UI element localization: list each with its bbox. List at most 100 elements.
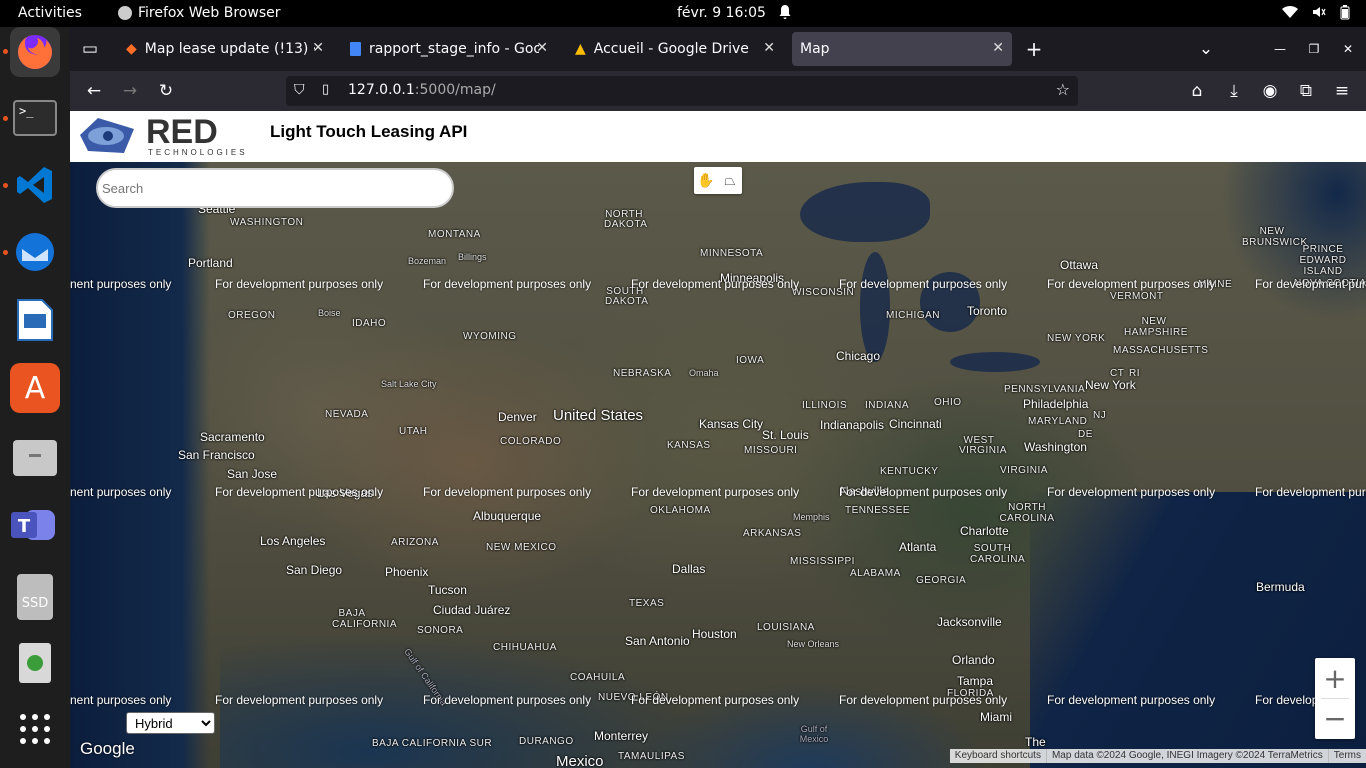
app-center-icon[interactable]: A <box>10 363 60 413</box>
ssd-label: SSD <box>17 574 53 620</box>
notification-bell-icon <box>778 4 792 24</box>
bookmark-star-icon[interactable]: ☆ <box>1056 80 1070 99</box>
map-label: NEW HAMPSHIRE <box>1124 316 1188 338</box>
tab-title: rapport_stage_info - Goo <box>369 41 539 57</box>
map-label: WYOMING <box>463 331 517 342</box>
downloads-icon[interactable]: ⤓ <box>1222 79 1246 103</box>
url-bar[interactable]: ⛉ ▯ 127.0.0.1:5000/map/ ☆ <box>286 76 1078 106</box>
map-label: TAMAULIPAS <box>618 751 685 762</box>
forward-icon[interactable]: → <box>118 79 142 103</box>
shield-icon[interactable]: ⛉ <box>294 82 305 98</box>
extensions-icon[interactable]: ⧉ <box>1294 79 1318 103</box>
map-label: New Orleans <box>787 639 840 649</box>
search-input[interactable] <box>96 168 454 208</box>
app-menu[interactable]: Firefox Web Browser <box>118 5 281 21</box>
menu-icon[interactable]: ≡ <box>1330 79 1354 103</box>
map-label: MONTANA <box>428 229 481 240</box>
map-label: San Diego <box>286 563 343 577</box>
map-label: Phoenix <box>385 565 429 579</box>
hand-pan-icon[interactable]: ✋ <box>694 167 718 194</box>
map-label: MINNESOTA <box>700 248 764 259</box>
map-label: Orlando <box>952 653 995 667</box>
map-label: NEBRASKA <box>613 368 672 379</box>
clock[interactable]: févr. 9 16:05 <box>677 5 766 21</box>
tab-google-docs[interactable]: rapport_stage_info - Goo ✕ <box>342 32 556 66</box>
map-label: Houston <box>692 627 737 641</box>
map-label: IOWA <box>736 355 765 366</box>
keyboard-shortcuts-link[interactable]: Keyboard shortcuts <box>950 749 1046 763</box>
map-label: OHIO <box>934 397 962 408</box>
teams-icon[interactable]: T <box>10 499 60 549</box>
map-label: Memphis <box>793 512 830 522</box>
dev-watermark: For development purposes only <box>631 277 800 291</box>
list-all-tabs-icon[interactable]: ⌄ <box>1194 37 1218 61</box>
draw-polygon-icon[interactable]: ⏢ <box>718 167 742 194</box>
map-label: New York <box>1085 378 1136 392</box>
map-label: United States <box>553 407 644 424</box>
dev-watermark: For development purposes only <box>215 485 384 499</box>
drawing-toolbar: ✋ ⏢ <box>694 167 742 194</box>
writer-icon[interactable] <box>10 295 60 345</box>
reload-icon[interactable]: ↻ <box>154 79 178 103</box>
map-label: Ciudad Juárez <box>433 603 511 617</box>
terminal-icon[interactable]: >_ <box>10 93 60 143</box>
map-label: Bozeman <box>408 256 447 266</box>
firefox-icon[interactable] <box>10 27 60 77</box>
dev-watermark: For development purp <box>1255 485 1366 499</box>
map-label: Cincinnati <box>889 417 942 431</box>
back-icon[interactable]: ← <box>82 79 106 103</box>
activities-button[interactable]: Activities <box>18 5 82 21</box>
tab-close-icon[interactable]: ✕ <box>992 40 1004 56</box>
new-tab-button[interactable]: + <box>1022 37 1046 61</box>
zoom-in-button[interactable]: + <box>1315 658 1355 698</box>
vscode-icon[interactable] <box>10 160 60 210</box>
map-label: COLORADO <box>500 436 562 447</box>
files-icon[interactable] <box>10 431 60 481</box>
map-type-select[interactable]: Hybrid <box>126 712 215 734</box>
map-label: PENNSYLVANIA <box>1004 384 1086 395</box>
firefox-view-icon[interactable]: ▭ <box>78 37 102 61</box>
tab-gitlab[interactable]: ◆ Map lease update (!13) · N ✕ <box>118 32 332 66</box>
map-label: ALABAMA <box>850 568 901 579</box>
page-info-icon[interactable]: ▯ <box>322 82 329 97</box>
terms-link[interactable]: Terms <box>1327 749 1366 763</box>
google-map[interactable]: WASHINGTON Seattle Portland OREGON IDAHO… <box>70 162 1366 768</box>
tab-close-icon[interactable]: ✕ <box>312 40 324 56</box>
maximize-button[interactable]: ❐ <box>1302 37 1326 61</box>
map-label: INDIANA <box>865 400 910 411</box>
map-label: OKLAHOMA <box>650 505 711 516</box>
tab-map[interactable]: Map ✕ <box>792 32 1012 66</box>
show-apps-icon[interactable] <box>10 704 60 754</box>
ssd-icon[interactable]: SSD <box>10 572 60 622</box>
system-tray[interactable] <box>1282 5 1350 24</box>
dev-watermark: For development purposes only <box>423 485 592 499</box>
map-label: PRINCE EDWARD ISLAND <box>1299 244 1347 277</box>
trash-icon[interactable] <box>10 638 60 688</box>
map-label: The <box>1025 735 1046 749</box>
map-label: Toronto <box>967 304 1008 318</box>
dev-watermark: For development purposes only <box>839 693 1008 707</box>
close-window-button[interactable]: ✕ <box>1336 37 1360 61</box>
tab-close-icon[interactable]: ✕ <box>763 40 775 56</box>
google-docs-icon <box>350 42 361 56</box>
tab-title: Accueil - Google Drive <box>593 41 749 57</box>
tab-close-icon[interactable]: ✕ <box>536 40 548 56</box>
map-label: Billings <box>458 252 487 262</box>
url-text[interactable]: 127.0.0.1:5000/map/ <box>348 82 496 98</box>
map-label: ILLINOIS <box>802 400 848 411</box>
lake-erie <box>950 352 1040 372</box>
web-page: RED TECHNOLOGIES Light Touch Leasing API… <box>70 111 1366 768</box>
map-label: San Francisco <box>178 448 255 462</box>
running-indicator <box>3 116 8 121</box>
tab-bar: ▭ ◆ Map lease update (!13) · N ✕ rapport… <box>70 27 1366 71</box>
map-label: Charlotte <box>960 524 1009 538</box>
tab-google-drive[interactable]: ▲ Accueil - Google Drive ✕ <box>567 32 783 66</box>
minimize-button[interactable]: — <box>1268 37 1292 61</box>
dev-watermark: nent purposes only <box>70 485 172 499</box>
map-label: MARYLAND <box>1028 416 1088 427</box>
pocket-icon[interactable]: ⌂ <box>1185 79 1209 103</box>
thunderbird-icon[interactable] <box>10 227 60 277</box>
account-icon[interactable]: ◉ <box>1258 79 1282 103</box>
zoom-out-button[interactable]: − <box>1315 698 1355 738</box>
map-label: Indianapolis <box>820 418 885 432</box>
